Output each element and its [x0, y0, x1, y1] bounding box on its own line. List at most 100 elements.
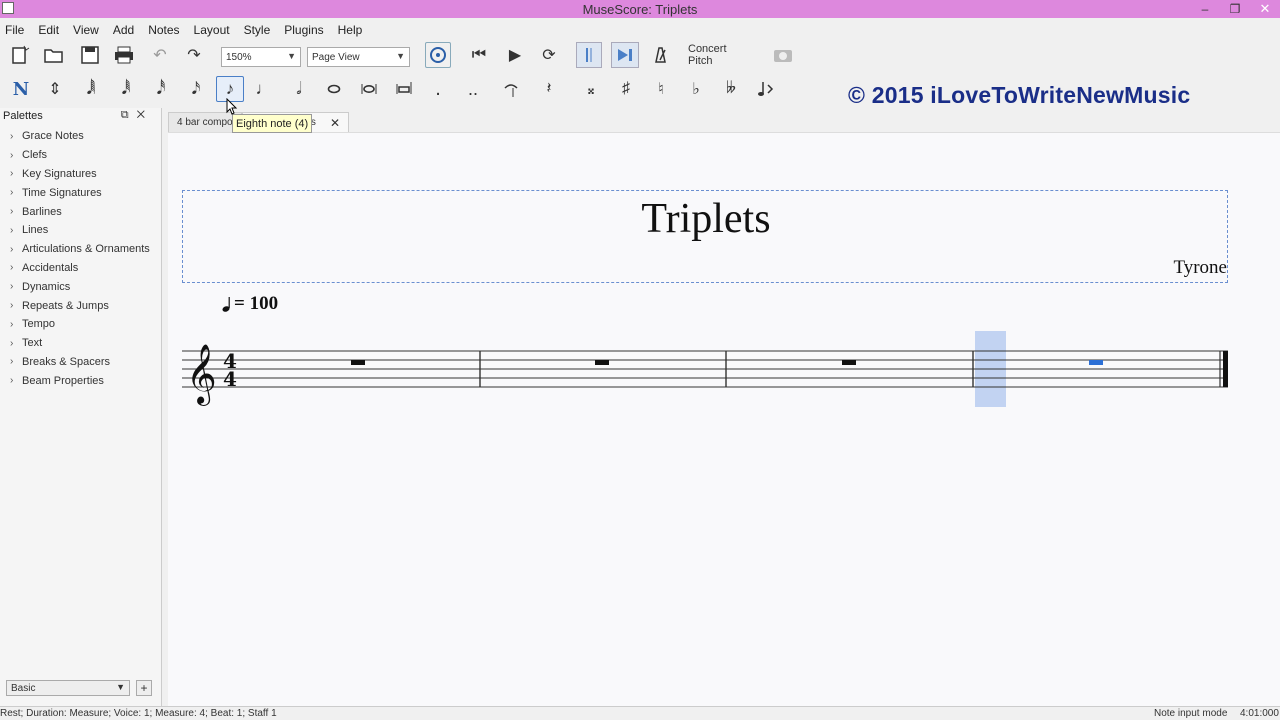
view-mode-select[interactable]: Page View ▼: [307, 47, 410, 67]
menu-add[interactable]: Add: [108, 20, 143, 40]
chevron-right-icon: ›: [10, 149, 14, 161]
title-bar: MuseScore: Triplets – ❐ ✕: [0, 0, 1280, 18]
final-barline-thick[interactable]: [1223, 351, 1228, 387]
palette-item[interactable]: › Barlines: [0, 202, 161, 221]
chevron-right-icon: ›: [10, 337, 14, 349]
double-dot-icon[interactable]: ..: [462, 76, 484, 102]
treble-clef-icon[interactable]: 𝄞: [186, 344, 217, 406]
menu-file[interactable]: File: [0, 20, 33, 40]
play-icon[interactable]: ▶: [502, 42, 528, 68]
palette-item[interactable]: › Tempo: [0, 315, 161, 334]
tempo-value: = 100: [234, 293, 279, 314]
measure-rest[interactable]: [351, 360, 365, 365]
score-composer[interactable]: Tyrone: [1173, 257, 1227, 279]
note-input-toggle-icon[interactable]: [425, 42, 451, 68]
measure-rest-selected[interactable]: [1089, 360, 1103, 365]
minimize-button[interactable]: –: [1190, 0, 1220, 18]
flat-icon[interactable]: ♭: [685, 76, 707, 102]
close-tab-icon[interactable]: ✕: [330, 116, 340, 130]
menu-edit[interactable]: Edit: [33, 20, 68, 40]
chevron-right-icon: ›: [10, 375, 14, 387]
note-input-mode-icon[interactable]: N: [9, 76, 33, 102]
new-score-icon[interactable]: [8, 42, 32, 68]
palette-item[interactable]: › Articulations & Ornaments: [0, 240, 161, 259]
palette-item[interactable]: › Dynamics: [0, 277, 161, 296]
workspace-select[interactable]: Basic ▼: [6, 680, 130, 696]
score-title[interactable]: Triplets: [183, 195, 1229, 243]
menu-style[interactable]: Style: [239, 20, 280, 40]
half-note-icon[interactable]: 𝅗𝅥: [288, 76, 310, 102]
print-icon[interactable]: [112, 42, 136, 68]
palette-item[interactable]: › Lines: [0, 221, 161, 240]
palette-item[interactable]: › Text: [0, 334, 161, 353]
measure-rest[interactable]: [595, 360, 609, 365]
longa-note-icon[interactable]: [393, 76, 415, 102]
chevron-down-icon: ▼: [396, 51, 405, 61]
palette-item[interactable]: › Accidentals: [0, 259, 161, 278]
chevron-down-icon: ▼: [287, 51, 296, 61]
undo-icon[interactable]: ↶: [148, 42, 172, 68]
sharp-icon[interactable]: ♯: [615, 76, 637, 102]
score-canvas[interactable]: Triplets Tyrone = 100 𝄞 4 4: [168, 132, 1280, 706]
staff-lines: [182, 350, 1228, 388]
time-signature-bottom[interactable]: 4: [223, 367, 237, 391]
window-controls: – ❐ ✕: [1190, 0, 1280, 18]
zoom-select[interactable]: 150% ▼: [221, 47, 301, 67]
palette-item[interactable]: › Beam Properties: [0, 371, 161, 390]
32nd-note-icon[interactable]: 𝅘𝅥𝅱: [115, 76, 137, 102]
rest-icon[interactable]: 𝄽: [538, 76, 560, 102]
workspace-value: Basic: [11, 682, 36, 694]
double-whole-note-icon[interactable]: [358, 76, 380, 102]
repitch-icon[interactable]: ⇕: [44, 76, 66, 102]
palette-panel: Palettes ⧉✕ › Grace Notes › Clefs › Key Sig…: [0, 108, 162, 706]
position-indicator: 4:01:000: [1240, 708, 1279, 719]
double-sharp-icon[interactable]: 𝄪: [580, 76, 602, 102]
menu-view[interactable]: View: [68, 20, 108, 40]
save-icon[interactable]: [78, 42, 102, 68]
chevron-right-icon: ›: [10, 281, 14, 293]
double-flat-icon[interactable]: 𝄫: [720, 76, 742, 102]
palette-item[interactable]: › Key Signatures: [0, 165, 161, 184]
staff[interactable]: 𝄞 4 4: [168, 323, 1280, 413]
menu-notes[interactable]: Notes: [143, 20, 188, 40]
close-button[interactable]: ✕: [1250, 0, 1280, 18]
flip-direction-icon[interactable]: [755, 76, 777, 102]
menu-layout[interactable]: Layout: [189, 20, 239, 40]
image-capture-icon[interactable]: [770, 42, 796, 68]
mouse-cursor-icon: [226, 98, 238, 115]
restore-button[interactable]: ❐: [1220, 0, 1250, 18]
chevron-right-icon: ›: [10, 187, 14, 199]
palette-item[interactable]: › Grace Notes: [0, 127, 161, 146]
palette-item[interactable]: › Clefs: [0, 146, 161, 165]
menu-help[interactable]: Help: [333, 20, 372, 40]
close-panel-icon[interactable]: ✕: [137, 109, 153, 121]
natural-icon[interactable]: ♮: [650, 76, 672, 102]
tie-icon[interactable]: [500, 76, 522, 102]
whole-note-icon[interactable]: [323, 76, 345, 102]
rewind-icon[interactable]: ⏮: [466, 42, 492, 68]
palette-item[interactable]: › Time Signatures: [0, 183, 161, 202]
add-workspace-button[interactable]: +: [136, 680, 152, 696]
metronome-icon[interactable]: [648, 42, 672, 68]
tempo-marking[interactable]: = 100: [222, 293, 278, 315]
measure-rest[interactable]: [842, 360, 856, 365]
metronome-left-icon[interactable]: [576, 42, 602, 68]
64th-note-icon[interactable]: 𝅘𝅥𝅲: [80, 76, 102, 102]
undock-icon[interactable]: ⧉: [121, 109, 137, 121]
palette-item[interactable]: › Repeats & Jumps: [0, 296, 161, 315]
16th-note-icon[interactable]: 𝅘𝅥𝅯: [185, 76, 207, 102]
quarter-note-icon[interactable]: ♩: [253, 76, 275, 102]
zoom-value: 150%: [226, 51, 252, 63]
play-panel-icon[interactable]: [611, 42, 639, 68]
title-frame[interactable]: Triplets Tyrone: [182, 190, 1228, 283]
eighth-note-tooltip: Eighth note (4): [232, 114, 313, 133]
menu-plugins[interactable]: Plugins: [279, 20, 332, 40]
main-toolbar: ↶ ↷ 150% ▼ Page View ▼ ⏮ ▶ ⟳ Concert Pit…: [0, 42, 1280, 108]
redo-icon[interactable]: ↷: [182, 42, 206, 68]
palette-item[interactable]: › Breaks & Spacers: [0, 353, 161, 372]
open-file-icon[interactable]: [42, 42, 66, 68]
augmentation-dot-icon[interactable]: .: [428, 76, 448, 102]
loop-icon[interactable]: ⟳: [536, 42, 562, 68]
concert-pitch-button[interactable]: Concert Pitch: [688, 42, 754, 68]
16th-note-icon[interactable]: 𝅘𝅥𝅰: [150, 76, 172, 102]
